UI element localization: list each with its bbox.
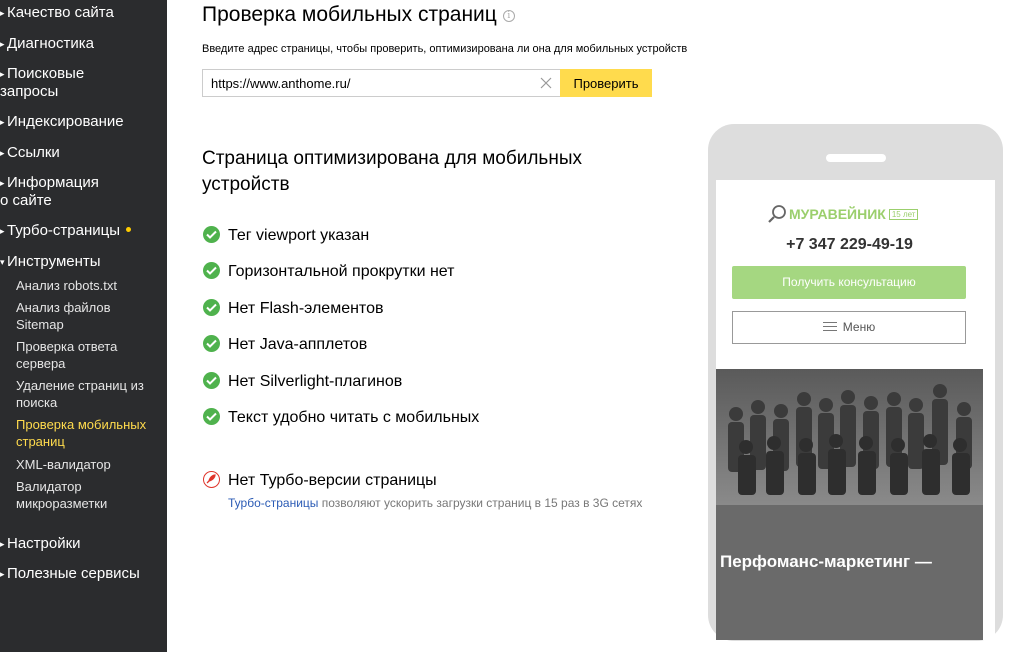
sidebar-item-turbo-pages[interactable]: ▸ Турбо-страницы bbox=[0, 222, 132, 240]
chevron-right-icon: ▸ bbox=[0, 39, 5, 49]
sidebar-item-settings[interactable]: ▸ Настройки bbox=[0, 535, 81, 553]
sidebar-item-links[interactable]: ▸ Ссылки bbox=[0, 144, 60, 162]
check-item: Горизонтальной прокрутки нет bbox=[203, 262, 454, 282]
check-item: Нет Silverlight-плагинов bbox=[203, 372, 402, 392]
url-hint: Введите адрес страницы, чтобы проверить,… bbox=[202, 43, 688, 55]
chevron-right-icon: ▸ bbox=[0, 569, 5, 579]
site-logo-text: МУРАВЕЙНИК bbox=[789, 206, 886, 222]
check-item: Нет Java-апплетов bbox=[203, 335, 367, 355]
check-item: Нет Flash-элементов bbox=[203, 299, 383, 319]
site-logo-badge: 15 лет bbox=[888, 209, 919, 220]
chevron-right-icon: ▸ bbox=[0, 117, 5, 127]
sidebar-item-label: Турбо-страницы bbox=[7, 222, 121, 239]
sidebar-subitem-robots-analysis[interactable]: Анализ robots.txt bbox=[16, 277, 117, 294]
sidebar-subitem-mobile-check[interactable]: Проверка мобильных страниц bbox=[16, 416, 151, 450]
team-photo-image bbox=[716, 369, 983, 505]
check-ok-icon bbox=[203, 262, 220, 279]
sidebar-item-search-queries[interactable]: ▸ Поисковые запросы bbox=[0, 65, 110, 101]
check-ok-icon bbox=[203, 335, 220, 352]
sidebar-subitem-microdata-validator[interactable]: Валидатор микроразметки bbox=[16, 478, 136, 512]
chevron-right-icon: ▸ bbox=[0, 539, 5, 549]
chevron-down-icon: ▾ bbox=[0, 257, 5, 267]
sidebar-item-label: Ссылки bbox=[7, 144, 60, 161]
url-input[interactable] bbox=[202, 69, 560, 97]
sidebar-subitem-remove-pages[interactable]: Удаление страниц из поиска bbox=[16, 377, 156, 411]
sidebar-item-label: Настройки bbox=[7, 535, 81, 552]
info-icon[interactable]: i bbox=[502, 10, 515, 22]
photo-caption: Перфоманс-маркетинг — bbox=[720, 552, 932, 571]
result-title: Страница оптимизирована для мобильных ус… bbox=[202, 148, 582, 195]
sidebar-subitem-server-response[interactable]: Проверка ответа сервера bbox=[16, 338, 151, 372]
clear-icon[interactable] bbox=[538, 75, 554, 91]
check-ok-icon bbox=[203, 408, 220, 425]
check-item-label: Нет Flash-элементов bbox=[228, 300, 384, 317]
notification-dot-icon bbox=[126, 227, 132, 232]
rocket-icon bbox=[203, 471, 220, 488]
check-ok-icon bbox=[203, 299, 220, 316]
sidebar-item-label: Индексирование bbox=[7, 113, 124, 130]
chevron-right-icon: ▸ bbox=[0, 178, 5, 188]
sidebar-item-useful-services[interactable]: ▸ Полезные сервисы bbox=[0, 565, 140, 583]
team-photo: Перфоманс-маркетинг — bbox=[716, 369, 983, 640]
chevron-right-icon: ▸ bbox=[0, 148, 5, 158]
sidebar-item-site-info[interactable]: ▸ Информация о сайте bbox=[0, 174, 110, 210]
sidebar-item-label: Полезные сервисы bbox=[7, 565, 140, 582]
check-item-label: Нет Silverlight-плагинов bbox=[228, 373, 403, 390]
check-item-label: Горизонтальной прокрутки нет bbox=[228, 263, 455, 280]
menu-button-label: Меню bbox=[842, 320, 876, 334]
check-item: Тег viewport указан bbox=[203, 226, 369, 246]
turbo-description-text: позволяют ускорить загрузки страниц в 15… bbox=[318, 496, 643, 510]
check-ok-icon bbox=[203, 226, 220, 243]
hamburger-icon bbox=[822, 322, 837, 331]
sidebar-subitem-sitemap-analysis[interactable]: Анализ файлов Sitemap bbox=[16, 299, 151, 333]
sidebar-item-tools[interactable]: ▾ Инструменты bbox=[0, 253, 101, 271]
page-title-text: Проверка мобильных страниц bbox=[202, 3, 497, 26]
team-people-illustration bbox=[728, 384, 972, 495]
sidebar-item-label: Информация о сайте bbox=[0, 174, 99, 209]
sidebar-item-diagnostics[interactable]: ▸ Диагностика bbox=[0, 35, 94, 53]
mobile-preview: МУРАВЕЙНИК 15 лет +7 347 229-49-19 Получи… bbox=[708, 124, 1003, 641]
turbo-status: Нет Турбо-версии страницы bbox=[203, 471, 437, 491]
sidebar-item-label: Поисковые запросы bbox=[0, 65, 85, 100]
phone-speaker bbox=[826, 154, 886, 162]
sidebar-item-label: Диагностика bbox=[7, 35, 94, 52]
check-button[interactable]: Проверить bbox=[560, 69, 652, 97]
sidebar-subitem-xml-validator[interactable]: XML-валидатор bbox=[16, 456, 111, 473]
turbo-description: Турбо-страницы позволяют ускорить загруз… bbox=[228, 496, 642, 510]
menu-button: Меню bbox=[732, 311, 966, 344]
mobile-preview-screen: МУРАВЕЙНИК 15 лет +7 347 229-49-19 Получи… bbox=[716, 180, 995, 640]
check-item-label: Нет Java-апплетов bbox=[228, 336, 368, 353]
turbo-pages-link[interactable]: Турбо-страницы bbox=[228, 496, 318, 510]
consult-button: Получить консультацию bbox=[732, 266, 966, 299]
sidebar-item-label: Качество сайта bbox=[7, 4, 114, 21]
check-item-label: Тег viewport указан bbox=[228, 227, 370, 244]
sidebar: ▸ Качество сайта ▸ Диагностика ▸ Поисковые … bbox=[0, 0, 167, 652]
check-ok-icon bbox=[203, 372, 220, 389]
sidebar-item-site-quality[interactable]: ▸ Качество сайта bbox=[0, 4, 114, 22]
magnifier-logo-icon bbox=[768, 205, 786, 223]
sidebar-item-label: Инструменты bbox=[7, 253, 101, 270]
chevron-right-icon: ▸ bbox=[0, 226, 5, 236]
chevron-right-icon: ▸ bbox=[0, 8, 5, 18]
turbo-status-title: Нет Турбо-версии страницы bbox=[228, 472, 437, 489]
page-title: Проверка мобильных страниц i bbox=[202, 2, 515, 28]
site-phone-number: +7 347 229-49-19 bbox=[786, 236, 913, 253]
check-item: Текст удобно читать с мобильных bbox=[203, 408, 479, 428]
chevron-right-icon: ▸ bbox=[0, 69, 5, 79]
check-item-label: Текст удобно читать с мобильных bbox=[228, 409, 480, 426]
site-logo: МУРАВЕЙНИК 15 лет bbox=[767, 204, 919, 224]
sidebar-item-indexing[interactable]: ▸ Индексирование bbox=[0, 113, 124, 131]
